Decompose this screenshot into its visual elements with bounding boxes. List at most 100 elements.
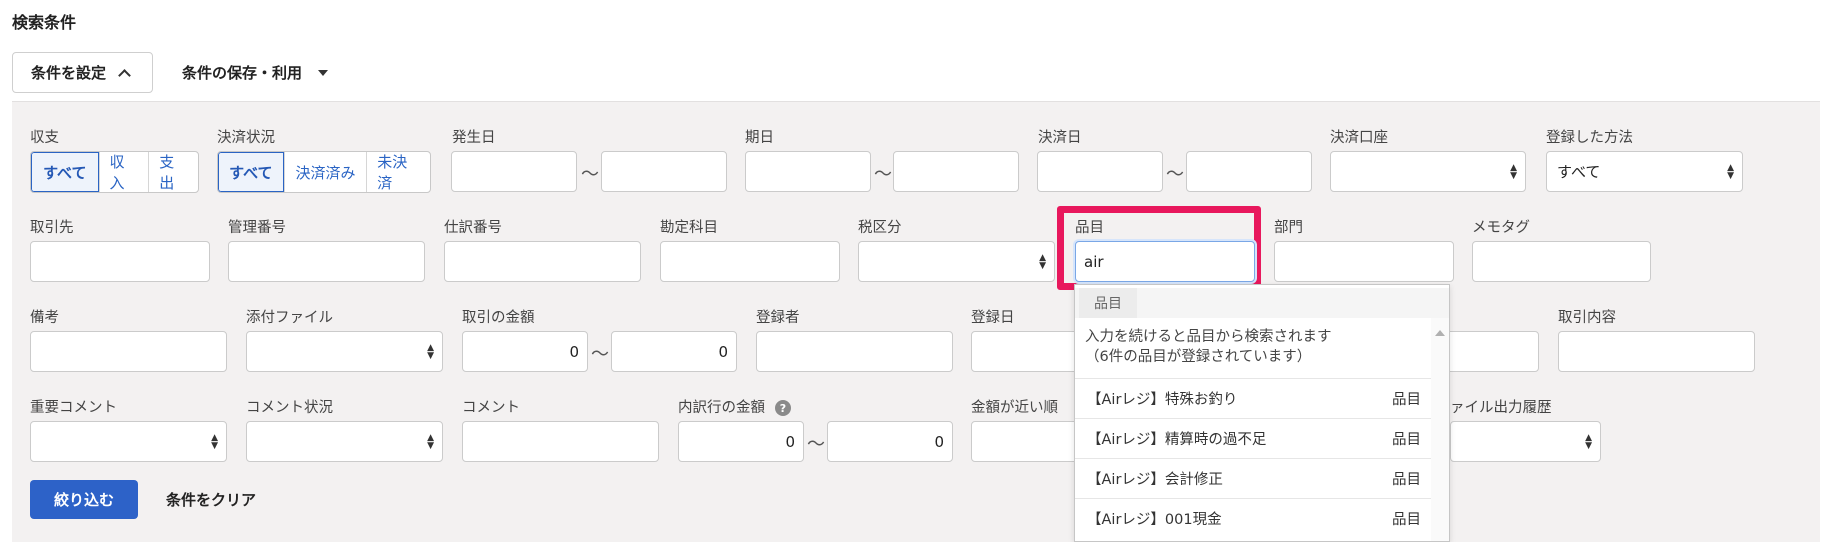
condition-save-label: 条件の保存・利用 bbox=[182, 64, 303, 82]
detail-amount-tilde: 〜 bbox=[807, 434, 825, 455]
scroll-up-icon[interactable] bbox=[1435, 330, 1445, 336]
settlement-all-option[interactable]: すべて bbox=[218, 152, 284, 192]
amount-max-value: 0 bbox=[718, 342, 728, 361]
detail-amount-label-text: 内訳行の金額 bbox=[678, 400, 765, 416]
due-date-to-input[interactable] bbox=[893, 151, 1019, 192]
attachment-select[interactable]: ▲ ▼ bbox=[246, 331, 443, 372]
method-label: 登録した方法 bbox=[1546, 130, 1633, 146]
chevron-up-icon bbox=[118, 68, 131, 82]
tax-select[interactable]: ▲ ▼ bbox=[858, 241, 1055, 282]
dropdown-tab-item[interactable]: 品目 bbox=[1079, 288, 1137, 318]
amount-max-input[interactable]: 0 bbox=[611, 331, 737, 372]
settle-date-label: 決済日 bbox=[1038, 130, 1082, 146]
remarks-input[interactable] bbox=[30, 331, 227, 372]
method-select-value: すべて bbox=[1557, 163, 1601, 181]
income-in-option[interactable]: 収入 bbox=[98, 152, 149, 192]
dropdown-option[interactable]: 【Airレジ】001現金 品目 bbox=[1075, 498, 1431, 538]
dept-label: 部門 bbox=[1274, 220, 1303, 236]
memo-tag-input[interactable] bbox=[1472, 241, 1651, 282]
file-history-label: ァイル出力履歴 bbox=[1450, 400, 1552, 416]
dropdown-hint-line2: （6件の品目が登録されています） bbox=[1085, 349, 1312, 365]
condition-save-menu[interactable]: 条件の保存・利用 bbox=[182, 52, 329, 93]
caret-down-icon bbox=[318, 69, 329, 76]
important-comment-label: 重要コメント bbox=[30, 400, 117, 416]
dropdown-option-type: 品目 bbox=[1392, 432, 1421, 448]
due-date-from-input[interactable] bbox=[745, 151, 871, 192]
dropdown-option-type: 品目 bbox=[1392, 392, 1421, 408]
account-item-input[interactable] bbox=[660, 241, 840, 282]
select-arrows-icon: ▲ ▼ bbox=[427, 343, 434, 361]
account-label: 決済口座 bbox=[1330, 130, 1388, 146]
dropdown-option[interactable]: 【Airレジ】特殊お釣り 品目 bbox=[1075, 378, 1431, 418]
account-select[interactable]: ▲ ▼ bbox=[1330, 151, 1526, 192]
comment-input[interactable] bbox=[462, 421, 659, 462]
partner-input[interactable] bbox=[30, 241, 210, 282]
filter-button[interactable]: 絞り込む bbox=[30, 480, 138, 519]
tax-label: 税区分 bbox=[858, 220, 902, 236]
settlement-pending-option[interactable]: 未決済 bbox=[366, 152, 430, 192]
dropdown-hint-line1: 入力を続けると品目から検索されます bbox=[1085, 329, 1332, 345]
dropdown-option[interactable]: 【Airレジ】精算時の過不足 品目 bbox=[1075, 418, 1431, 458]
settlement-label: 決済状況 bbox=[217, 130, 275, 146]
journal-no-label: 仕訳番号 bbox=[444, 220, 502, 236]
important-comment-select[interactable]: ▲ ▼ bbox=[30, 421, 227, 462]
dept-input[interactable] bbox=[1274, 241, 1454, 282]
income-all-option[interactable]: すべて bbox=[31, 152, 99, 192]
method-select[interactable]: すべて ▲ ▼ bbox=[1546, 151, 1743, 192]
settlement-segment: すべて 決済済み 未決済 bbox=[217, 151, 431, 193]
condition-settings-label: 条件を設定 bbox=[31, 64, 107, 82]
dropdown-option-type: 品目 bbox=[1392, 472, 1421, 488]
due-date-tilde: 〜 bbox=[874, 164, 892, 185]
dropdown-option-name: 【Airレジ】精算時の過不足 bbox=[1087, 432, 1267, 448]
issue-date-from-input[interactable] bbox=[451, 151, 577, 192]
content-input[interactable] bbox=[1558, 331, 1755, 372]
condition-settings-button[interactable]: 条件を設定 bbox=[12, 52, 153, 93]
dropdown-option-name: 【Airレジ】特殊お釣り bbox=[1087, 392, 1238, 408]
dropdown-hint: 入力を続けると品目から検索されます （6件の品目が登録されています） bbox=[1085, 327, 1332, 367]
detail-amount-max-value: 0 bbox=[934, 432, 944, 451]
detail-amount-min-input[interactable]: 0 bbox=[678, 421, 804, 462]
detail-amount-max-input[interactable]: 0 bbox=[827, 421, 953, 462]
clear-conditions-button[interactable]: 条件をクリア bbox=[166, 480, 256, 519]
select-arrows-icon: ▲ ▼ bbox=[211, 433, 218, 451]
page-title: 検索条件 bbox=[12, 13, 77, 32]
dropdown-scrollbar[interactable] bbox=[1431, 318, 1449, 541]
help-icon[interactable]: ? bbox=[775, 400, 791, 416]
dropdown-option-name: 【Airレジ】会計修正 bbox=[1087, 472, 1223, 488]
settle-date-tilde: 〜 bbox=[1166, 164, 1184, 185]
item-input[interactable]: air bbox=[1075, 241, 1255, 282]
select-arrows-icon: ▲ ▼ bbox=[427, 433, 434, 451]
registrant-label: 登録者 bbox=[756, 310, 800, 326]
item-input-value: air bbox=[1084, 252, 1104, 271]
mgmt-no-input[interactable] bbox=[228, 241, 425, 282]
registrant-input[interactable] bbox=[756, 331, 953, 372]
item-label: 品目 bbox=[1075, 220, 1104, 236]
file-history-select[interactable]: ▲ ▼ bbox=[1450, 421, 1601, 462]
settlement-done-option[interactable]: 決済済み bbox=[283, 152, 367, 192]
comment-status-select[interactable]: ▲ ▼ bbox=[246, 421, 443, 462]
attachment-label: 添付ファイル bbox=[246, 310, 333, 326]
amount-min-value: 0 bbox=[569, 342, 579, 361]
mgmt-no-label: 管理番号 bbox=[228, 220, 286, 236]
issue-date-to-input[interactable] bbox=[601, 151, 727, 192]
detail-amount-min-value: 0 bbox=[785, 432, 795, 451]
dropdown-option-name: 【Airレジ】001現金 bbox=[1087, 512, 1222, 528]
settle-date-from-input[interactable] bbox=[1037, 151, 1163, 192]
detail-amount-label: 内訳行の金額? bbox=[678, 396, 791, 417]
dropdown-option[interactable]: 【Airレジ】会計修正 品目 bbox=[1075, 458, 1431, 498]
item-autocomplete-dropdown: 品目 入力を続けると品目から検索されます （6件の品目が登録されています） 【A… bbox=[1074, 284, 1450, 542]
income-segment: すべて 収入 支出 bbox=[30, 151, 199, 193]
issue-date-label: 発生日 bbox=[452, 130, 496, 146]
reg-date-label: 登録日 bbox=[971, 310, 1015, 326]
income-out-option[interactable]: 支出 bbox=[148, 152, 198, 192]
amount-min-input[interactable]: 0 bbox=[462, 331, 588, 372]
remarks-label: 備考 bbox=[30, 310, 59, 326]
income-label: 収支 bbox=[30, 130, 59, 146]
issue-date-tilde: 〜 bbox=[581, 164, 599, 185]
journal-no-input[interactable] bbox=[444, 241, 641, 282]
settle-date-to-input[interactable] bbox=[1186, 151, 1312, 192]
select-arrows-icon: ▲ ▼ bbox=[1585, 433, 1592, 451]
due-date-label: 期日 bbox=[745, 130, 774, 146]
content-label: 取引内容 bbox=[1558, 310, 1616, 326]
select-arrows-icon: ▲ ▼ bbox=[1727, 163, 1734, 181]
